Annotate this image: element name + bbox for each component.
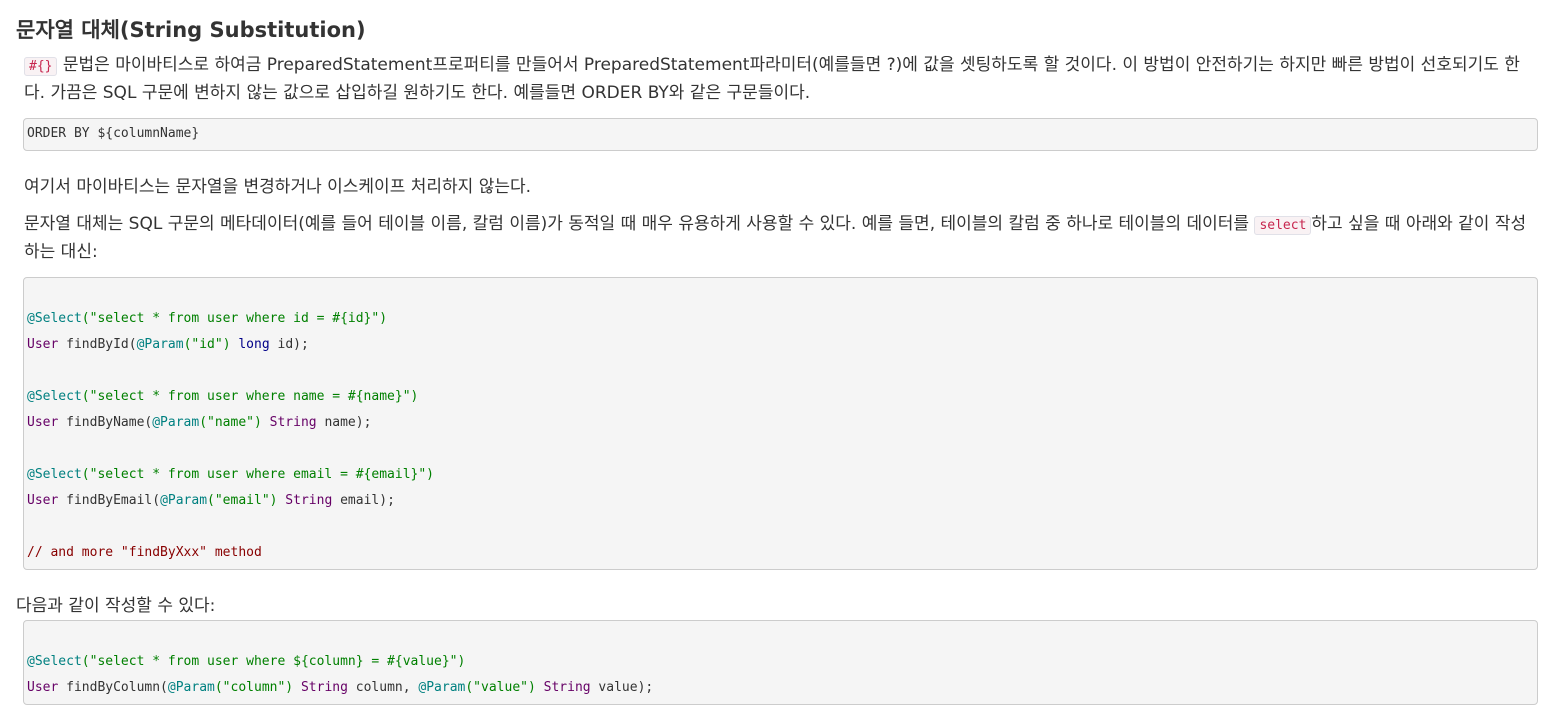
code-line: @Select("select * from user where id = #… — [27, 311, 388, 326]
code-comment: // and more "findByXxx" method — [27, 545, 262, 560]
code-line: User findById(@Param("id") long id); — [27, 337, 309, 352]
code-block-before: @Select("select * from user where id = #… — [23, 277, 1538, 570]
code-line: User findByEmail(@Param("email") String … — [27, 493, 395, 508]
code-line: @Select("select * from user where ${colu… — [27, 654, 466, 669]
usage-text-before: 문자열 대체는 SQL 구문의 메타데이터(예를 들어 테이블 이름, 칼럼 이… — [24, 214, 1255, 234]
code-block-order-by: ORDER BY ${columnName} — [23, 118, 1538, 151]
escape-note-paragraph: 여기서 마이바티스는 문자열을 변경하거나 이스케이프 처리하지 않는다. — [24, 177, 532, 197]
section-heading: 문자열 대체(String Substitution) — [16, 18, 366, 42]
intro-text: 문법은 마이바티스로 하여금 PreparedStatement프로퍼티를 만들… — [24, 55, 1520, 103]
intro-paragraph: #{} 문법은 마이바티스로 하여금 PreparedStatement프로퍼티… — [24, 52, 1534, 106]
usage-paragraph: 문자열 대체는 SQL 구문의 메타데이터(예를 들어 테이블 이름, 칼럼 이… — [24, 211, 1534, 265]
code-line: ORDER BY ${columnName} — [27, 126, 200, 141]
code-line: User findByColumn(@Param("column") Strin… — [27, 680, 654, 695]
code-block-after: @Select("select * from user where ${colu… — [23, 620, 1538, 705]
inline-code-hash: #{} — [24, 57, 58, 76]
code-line: User findByName(@Param("name") String na… — [27, 415, 372, 430]
instead-paragraph: 다음과 같이 작성할 수 있다: — [16, 596, 216, 616]
code-line: @Select("select * from user where name =… — [27, 389, 419, 404]
code-line: @Select("select * from user where email … — [27, 467, 434, 482]
inline-code-select: select — [1254, 216, 1312, 235]
